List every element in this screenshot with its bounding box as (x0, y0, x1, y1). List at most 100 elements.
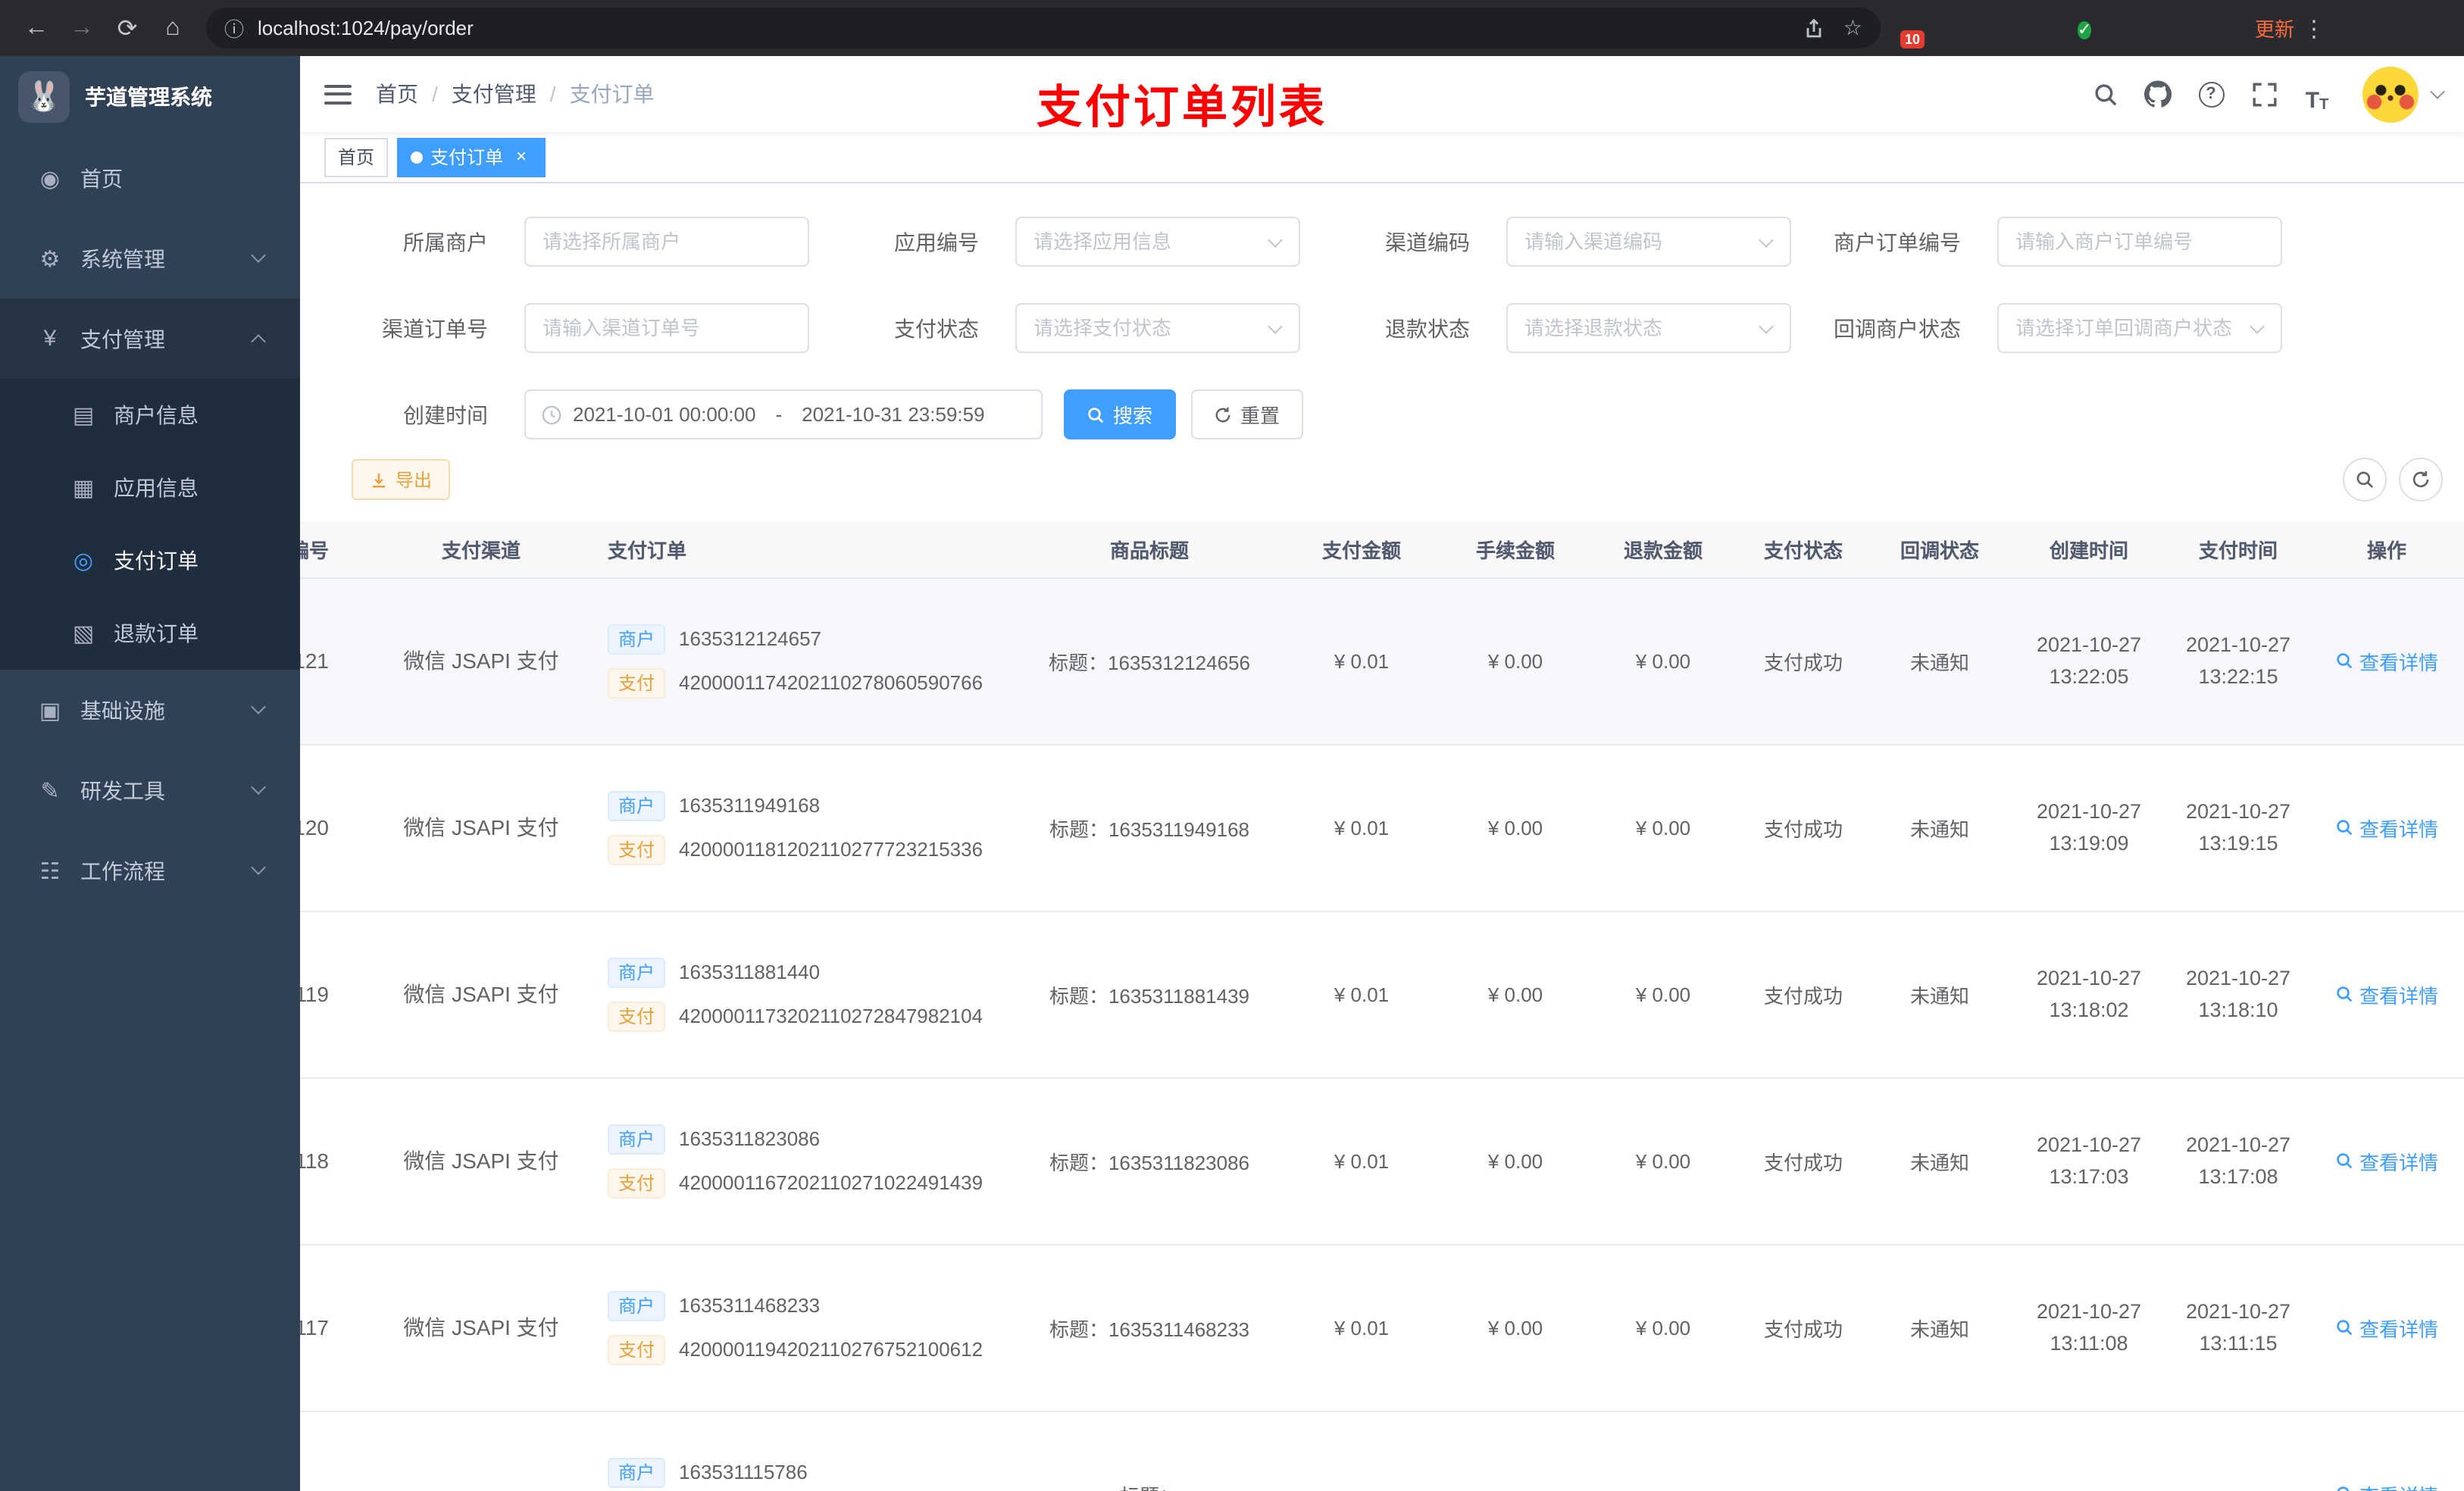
browser-update-button[interactable]: 更新 (2255, 14, 2294, 42)
monitor-icon: ▣ (39, 698, 61, 724)
reload-icon[interactable]: ⟳ (106, 13, 149, 43)
help-icon[interactable]: ? (2191, 74, 2231, 114)
sidebar-item-app-info[interactable]: ▦ 应用信息 (0, 452, 300, 524)
filter-field[interactable] (1506, 217, 1791, 267)
extension-check-icon[interactable]: ✓ (2078, 15, 2103, 41)
table-row[interactable]: 商户 163531115786 支付 标题： 查看详情 (300, 1411, 2464, 1491)
extension-pin-icon[interactable] (2162, 15, 2188, 41)
search-icon (1089, 407, 1105, 423)
filter-field[interactable] (1015, 217, 1300, 267)
chevron-down-icon[interactable] (2430, 83, 2445, 98)
notify-status: 未通知 (1909, 817, 1969, 840)
column-header-5: 支付金额 (1282, 521, 1441, 578)
toggle-search-button[interactable] (2343, 458, 2387, 502)
home-icon[interactable]: ⌂ (152, 14, 194, 42)
view-details-link[interactable]: 查看详情 (2335, 646, 2438, 675)
extension-drop-icon[interactable] (1950, 15, 1976, 41)
hamburger-icon[interactable] (324, 84, 352, 104)
table-row[interactable]: 120 微信 JSAPI 支付 商户 1635311949168 支付 4200… (300, 744, 2464, 911)
filter-pay-status-input[interactable] (1017, 317, 1299, 339)
view-details-link[interactable]: 查看详情 (2335, 980, 2438, 1008)
date-range-picker[interactable]: 2021-10-01 00:00:00 - 2021-10-31 23:59:5… (524, 389, 1043, 439)
fullscreen-icon[interactable] (2244, 74, 2284, 114)
sidebar-item-merchant-info[interactable]: ▤ 商户信息 (0, 379, 300, 452)
filter-field[interactable] (1506, 303, 1791, 353)
merchant-order-no: 1635311949168 (679, 794, 821, 817)
search-icon[interactable] (2085, 74, 2125, 114)
breadcrumb-item[interactable]: 支付管理 (452, 79, 536, 109)
filter-merchant-order-no-input[interactable] (1999, 230, 2281, 253)
font-size-icon[interactable]: TT (2297, 74, 2337, 114)
filter-field[interactable] (1015, 303, 1300, 353)
filter-refund-status-input[interactable] (1508, 317, 1790, 339)
date-end: 2021-10-31 23:59:59 (802, 403, 985, 426)
table-row[interactable]: 121 微信 JSAPI 支付 商户 1635312124657 支付 4200… (300, 577, 2464, 745)
filter-field[interactable] (524, 217, 809, 267)
filter-app-no-input[interactable] (1017, 230, 1299, 253)
tab-支付订单[interactable]: 支付订单 × (397, 137, 546, 177)
refund-amount: ¥ 0.00 (1635, 816, 1691, 839)
extension-circle-icon[interactable] (2035, 15, 2061, 41)
sidebar-item-infrastructure[interactable]: ▣ 基础设施 (0, 670, 300, 750)
browser-toolbar: ← → ⟳ ⌂ ⓘ localhost:1024/pay/order ☆ 10 … (0, 0, 2464, 56)
browser-menu-icon[interactable]: ⋮ (2297, 14, 2331, 42)
refresh-table-button[interactable] (2399, 458, 2443, 502)
extension-chat-icon[interactable] (2120, 15, 2146, 41)
table-row[interactable]: 118 微信 JSAPI 支付 商户 1635311823086 支付 4200… (300, 1077, 2464, 1245)
main-area: 首页 / 支付管理 / 支付订单 ? T T 支付订单列表 首页 支付订单 × … (300, 56, 2464, 1491)
channel-order-no: 4200001174202110278060590766 (679, 671, 983, 694)
sidebar-item-system[interactable]: ⚙ 系统管理 (0, 218, 300, 299)
share-icon[interactable] (1804, 17, 1825, 39)
filter-channel-code-input[interactable] (1508, 230, 1790, 253)
goods-title: 标题：1635311881439 (1049, 984, 1250, 1007)
filter-callback-status-input[interactable] (1999, 317, 2281, 339)
sidebar-item-pay-order[interactable]: ◎ 支付订单 (0, 524, 300, 597)
view-details-link[interactable]: 查看详情 (2335, 1480, 2438, 1491)
pay-status: 支付成功 (1763, 984, 1843, 1007)
view-details-link[interactable]: 查看详情 (2335, 813, 2438, 842)
sidebar-item-home[interactable]: ◉ 首页 (0, 138, 300, 218)
chevron-icon (251, 780, 266, 795)
fee-amount: ¥ 0.00 (1487, 983, 1543, 1005)
github-icon[interactable] (2138, 74, 2178, 114)
date-filter-label: 创建时间 (403, 402, 488, 427)
extension-face-icon[interactable] (2205, 15, 2231, 41)
paid-time (2169, 1478, 2308, 1491)
filter-field[interactable] (1997, 303, 2282, 353)
filter-label: 退款状态 (1385, 316, 1470, 340)
sidebar-item-label: 研发工具 (80, 778, 165, 802)
sidebar-item-refund-order[interactable]: ▧ 退款订单 (0, 597, 300, 670)
extension-colordots-icon[interactable]: 10 (1900, 15, 1934, 48)
bookmark-star-icon[interactable]: ☆ (1843, 15, 1862, 41)
column-header-12: 操作 (2308, 521, 2464, 578)
search-icon (2337, 986, 2353, 1002)
sidebar-item-pay[interactable]: ¥ 支付管理 (0, 299, 300, 379)
back-icon[interactable]: ← (15, 14, 58, 42)
breadcrumb-item[interactable]: 首页 (376, 79, 418, 109)
filter-field[interactable] (1997, 217, 2282, 267)
tab-首页[interactable]: 首页 (324, 137, 389, 177)
view-details-link[interactable]: 查看详情 (2335, 1313, 2438, 1342)
pay-amount: ¥ 0.01 (1334, 1316, 1390, 1339)
site-info-icon[interactable]: ⓘ (224, 14, 244, 42)
forward-icon[interactable]: → (61, 14, 103, 42)
table-row[interactable]: 117 微信 JSAPI 支付 商户 1635311468233 支付 4200… (300, 1244, 2464, 1411)
view-details-link[interactable]: 查看详情 (2335, 1146, 2438, 1175)
search-button[interactable]: 搜索 (1064, 389, 1176, 439)
extension-globe-icon[interactable] (1993, 15, 2018, 41)
address-bar[interactable]: ⓘ localhost:1024/pay/order ☆ (206, 8, 1881, 48)
sidebar-menu: ◉ 首页 ⚙ 系统管理 ¥ 支付管理 ▤ 商户信息 ▦ 应用信息 ◎ 支付订单 … (0, 138, 300, 911)
date-separator: - (775, 403, 783, 426)
avatar[interactable] (2362, 66, 2419, 122)
filter-merchant-input[interactable] (526, 230, 808, 253)
refund-amount: ¥ 0.00 (1635, 1316, 1691, 1339)
table-row[interactable]: 119 微信 JSAPI 支付 商户 1635311881440 支付 4200… (300, 911, 2464, 1078)
sidebar-item-label: 基础设施 (80, 698, 165, 722)
export-button[interactable]: 导出 (352, 459, 451, 500)
close-icon[interactable]: × (511, 146, 532, 167)
filter-field[interactable] (524, 303, 809, 353)
sidebar-item-workflow[interactable]: ☷ 工作流程 (0, 830, 300, 911)
sidebar-item-devtools[interactable]: ✎ 研发工具 (0, 750, 300, 830)
reset-button[interactable]: 重置 (1191, 389, 1303, 439)
filter-channel-order-no-input[interactable] (526, 317, 808, 339)
